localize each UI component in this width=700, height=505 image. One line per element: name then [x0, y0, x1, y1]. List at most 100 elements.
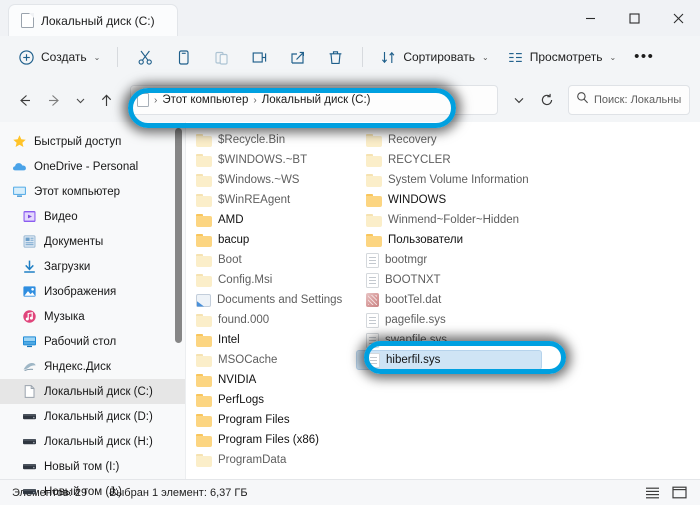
- toolbar-divider-2: [362, 47, 364, 67]
- breadcrumb-item-local-disk[interactable]: Локальный диск (C:): [262, 94, 371, 106]
- file-row[interactable]: pagefile.sys: [356, 310, 542, 330]
- tab-label: Локальный диск (C:): [41, 13, 155, 28]
- folder-icon: [196, 193, 212, 207]
- sidebar-item-12[interactable]: Локальный диск (H:): [0, 429, 185, 454]
- file-row[interactable]: bacup: [186, 230, 356, 250]
- desktop-icon: [22, 334, 37, 349]
- file-row[interactable]: bootmgr: [356, 250, 542, 270]
- file-name-label: Program Files (x86): [218, 434, 319, 446]
- forward-button[interactable]: [40, 86, 68, 114]
- file-row[interactable]: PerfLogs: [186, 390, 356, 410]
- file-row[interactable]: Winmend~Folder~Hidden: [356, 210, 542, 230]
- copy-button[interactable]: [165, 42, 201, 72]
- drive-icon: [22, 484, 37, 499]
- cut-button[interactable]: [127, 42, 163, 72]
- file-name-label: bacup: [218, 234, 250, 246]
- file-name-label: $Recycle.Bin: [218, 134, 286, 146]
- file-row[interactable]: WINDOWS: [356, 190, 542, 210]
- file-row[interactable]: $Windows.~WS: [186, 170, 356, 190]
- sidebar-item-7[interactable]: Музыка: [0, 304, 185, 329]
- sidebar-item-1[interactable]: OneDrive - Personal: [0, 154, 185, 179]
- file-row[interactable]: Пользователи: [356, 230, 542, 250]
- breadcrumb-address-bar[interactable]: › Этот компьютер › Локальный диск (C:): [130, 85, 498, 115]
- sidebar-item-4[interactable]: Документы: [0, 229, 185, 254]
- sidebar-item-13[interactable]: Новый том (I:): [0, 454, 185, 479]
- details-view-icon[interactable]: [671, 485, 688, 500]
- file-row[interactable]: MSOCache: [186, 350, 356, 370]
- window-controls: [568, 0, 700, 36]
- system-file-icon: [366, 272, 379, 288]
- folder-icon: [366, 213, 382, 227]
- folder-icon: [196, 333, 212, 347]
- explorer-tab[interactable]: Локальный диск (C:): [8, 4, 178, 36]
- drive-icon: [22, 459, 37, 474]
- file-name-label: Documents and Settings: [217, 294, 343, 306]
- close-button[interactable]: [656, 0, 700, 36]
- sort-button[interactable]: Сортировать ⌄: [372, 42, 496, 72]
- file-name-label: BOOTNXT: [385, 274, 441, 286]
- back-button[interactable]: [10, 86, 38, 114]
- sidebar-item-label: Локальный диск (D:): [44, 410, 153, 423]
- delete-button[interactable]: [317, 42, 353, 72]
- file-row[interactable]: swapfile.sys: [356, 330, 542, 350]
- sidebar-item-11[interactable]: Локальный диск (D:): [0, 404, 185, 429]
- file-row[interactable]: $WINDOWS.~BT: [186, 150, 356, 170]
- file-row[interactable]: $Recycle.Bin: [186, 130, 356, 150]
- file-row[interactable]: Program Files: [186, 410, 356, 430]
- file-row[interactable]: Intel: [186, 330, 356, 350]
- sidebar-item-8[interactable]: Рабочий стол: [0, 329, 185, 354]
- sidebar-item-0[interactable]: Быстрый доступ: [0, 129, 185, 154]
- list-view-icon[interactable]: [644, 485, 661, 500]
- file-row[interactable]: found.000: [186, 310, 356, 330]
- file-row[interactable]: Config.Msi: [186, 270, 356, 290]
- more-options-button[interactable]: •••: [626, 42, 662, 72]
- minimize-button[interactable]: [568, 0, 612, 36]
- folder-icon: [196, 453, 212, 467]
- new-button[interactable]: Создать ⌄: [10, 42, 108, 72]
- search-input[interactable]: Поиск: Локальны…: [568, 85, 690, 115]
- file-name-label: $WinREAgent: [218, 194, 291, 206]
- file-row[interactable]: $WinREAgent: [186, 190, 356, 210]
- chevron-down-icon: ⌄: [609, 52, 617, 62]
- file-name-label: Пользователи: [388, 234, 464, 246]
- file-row[interactable]: Program Files (x86): [186, 430, 356, 450]
- file-row[interactable]: AMD: [186, 210, 356, 230]
- file-row[interactable]: System Volume Information: [356, 170, 542, 190]
- yandex-disk-icon: [22, 359, 37, 374]
- sidebar-item-3[interactable]: Видео: [0, 204, 185, 229]
- file-row[interactable]: ProgramData: [186, 450, 356, 470]
- file-row[interactable]: bootTel.dat: [356, 290, 542, 310]
- sidebar-item-label: Музыка: [44, 310, 85, 323]
- view-button[interactable]: Просмотреть ⌄: [499, 42, 625, 72]
- sidebar-item-5[interactable]: Загрузки: [0, 254, 185, 279]
- recent-locations-button[interactable]: [70, 86, 90, 114]
- rename-button[interactable]: [241, 42, 277, 72]
- sidebar-list: Быстрый доступ OneDrive - Personal Этот ко…: [0, 129, 185, 504]
- explorer-body: Быстрый доступ OneDrive - Personal Этот ко…: [0, 122, 700, 498]
- file-row[interactable]: hiberfil.sys: [356, 350, 542, 370]
- file-row[interactable]: Documents and Settings: [186, 290, 356, 310]
- sidebar-item-2[interactable]: Этот компьютер: [0, 179, 185, 204]
- folder-icon: [196, 153, 212, 167]
- paste-button[interactable]: [203, 42, 239, 72]
- up-button[interactable]: [92, 86, 120, 114]
- maximize-button[interactable]: [612, 0, 656, 36]
- breadcrumb-dropdown-button[interactable]: [506, 86, 532, 114]
- file-row[interactable]: NVIDIA: [186, 370, 356, 390]
- file-row[interactable]: BOOTNXT: [356, 270, 542, 290]
- sidebar-item-14[interactable]: Новый том (J:): [0, 479, 185, 504]
- refresh-button[interactable]: [534, 86, 560, 114]
- file-row[interactable]: Boot: [186, 250, 356, 270]
- file-list-view[interactable]: $Recycle.Bin $WINDOWS.~BT $Windows.~WS $Win…: [186, 122, 700, 479]
- file-row[interactable]: RECYCLER: [356, 150, 542, 170]
- share-button[interactable]: [279, 42, 315, 72]
- file-row[interactable]: Recovery: [356, 130, 542, 150]
- folder-icon: [196, 373, 212, 387]
- sidebar-item-6[interactable]: Изображения: [0, 279, 185, 304]
- breadcrumb-item-this-pc[interactable]: Этот компьютер: [162, 94, 248, 106]
- sidebar-item-10[interactable]: Локальный диск (C:): [0, 379, 185, 404]
- cloud-icon: [12, 159, 27, 174]
- sidebar-scrollbar-thumb[interactable]: [175, 128, 182, 343]
- sidebar-item-9[interactable]: Яндекс.Диск: [0, 354, 185, 379]
- file-name-label: found.000: [218, 314, 270, 326]
